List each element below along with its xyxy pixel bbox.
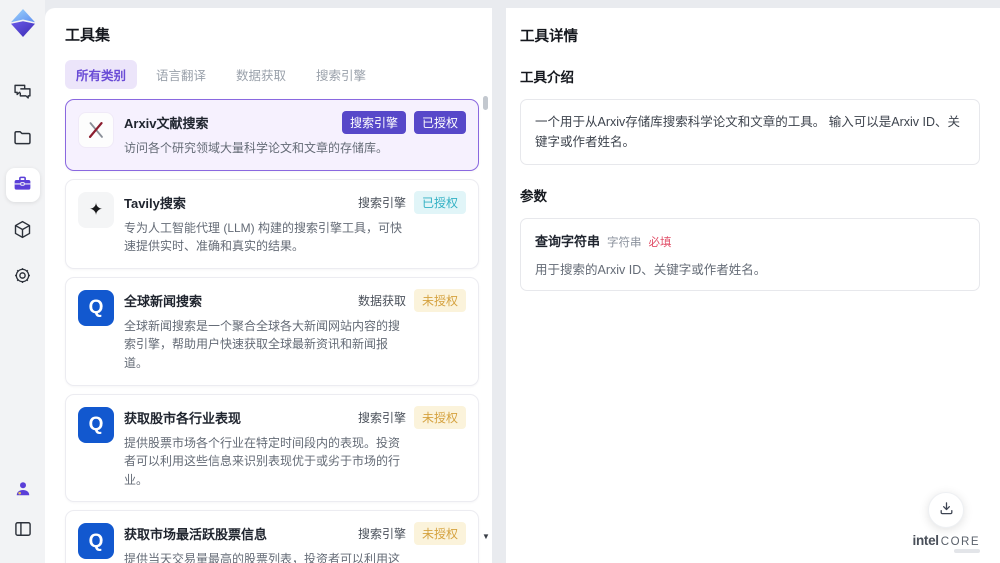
category-badge: 搜索引擎 xyxy=(357,195,406,210)
sidebar-item-chat[interactable] xyxy=(6,76,40,110)
tool-badges: 数据获取 未授权 xyxy=(357,288,466,312)
tavily-icon: ✦ xyxy=(78,191,114,228)
tool-badges: 搜索引擎 已授权 xyxy=(341,111,466,134)
qblue-icon: Q xyxy=(78,406,114,443)
chat-icon xyxy=(12,81,33,105)
settings-icon xyxy=(12,265,33,289)
sidebar-nav xyxy=(5,76,40,294)
tab-2[interactable]: 数据获取 xyxy=(225,60,297,89)
category-tabs: 所有类别 语言翻译 数据获取 搜索引擎 xyxy=(65,60,492,89)
tool-card[interactable]: Q 获取市场最活跃股票信息 提供当天交易量最高的股票列表，投资者可以利用这些信息… xyxy=(65,510,479,563)
param-type: 字符串 xyxy=(607,237,642,249)
param-name: 查询字符串 xyxy=(535,234,601,249)
auth-status-badge: 已授权 xyxy=(413,111,466,134)
category-badge: 搜索引擎 xyxy=(341,111,406,134)
scrollbar[interactable]: ▼ xyxy=(482,88,490,559)
tool-card[interactable]: Q 获取股市各行业表现 提供股票市场各个行业在特定时间段内的表现。投资者可以利用… xyxy=(65,393,479,503)
cube-icon xyxy=(12,219,33,243)
param-box: 查询字符串 字符串 必填 用于搜索的Arxiv ID、关键字或作者姓名。 xyxy=(520,218,980,291)
tool-badges: 搜索引擎 未授权 xyxy=(357,522,466,546)
toolbox-icon xyxy=(12,173,33,197)
main-content: 工具集 所有类别 语言翻译 数据获取 搜索引擎 Arxiv文献搜索 访问各个研究领域大… xyxy=(45,8,1000,563)
tool-card[interactable]: ✦ Tavily搜索 专为人工智能代理 (LLM) 构建的搜索引擎工具，可快速提… xyxy=(65,178,479,269)
intel-core-logo: intel CORE xyxy=(912,533,980,553)
tool-description: 全球新闻搜索是一个聚合全球各大新闻网站内容的搜索引擎，帮助用户快速获取全球最新资… xyxy=(124,318,401,370)
floating-actions: intel CORE xyxy=(912,492,980,553)
app-logo[interactable] xyxy=(8,8,38,38)
param-desc: 用于搜索的Arxiv ID、关键字或作者姓名。 xyxy=(535,263,767,277)
tool-badges: 搜索引擎 未授权 xyxy=(357,405,466,429)
tool-list: Arxiv文献搜索 访问各个研究领域大量科学论文和文章的存储库。 搜索引擎 已授… xyxy=(65,99,479,563)
download-icon xyxy=(938,500,955,520)
intro-heading: 工具介绍 xyxy=(520,70,574,85)
auth-status-badge: 已授权 xyxy=(413,190,466,214)
sidebar-item-toolbox[interactable] xyxy=(5,168,40,202)
intel-wordmark: intel xyxy=(912,533,940,548)
detail-panel: 工具详情 工具介绍 一个用于从Arxiv存储库搜索科学论文和文章的工具。 输入可… xyxy=(506,8,1000,563)
page-title: 工具集 xyxy=(65,27,111,44)
tab-1[interactable]: 语言翻译 xyxy=(145,60,217,89)
category-badge: 数据获取 xyxy=(357,293,406,308)
core-wordmark: CORE xyxy=(940,536,980,548)
sidebar-item-settings[interactable] xyxy=(6,260,40,294)
tab-3[interactable]: 搜索引擎 xyxy=(305,60,377,89)
param-required-flag: 必填 xyxy=(648,237,672,249)
panel-toggle-icon xyxy=(13,519,33,542)
auth-status-badge: 未授权 xyxy=(413,288,466,312)
sidebar-item-panel-toggle[interactable] xyxy=(6,513,40,547)
sidebar-item-cube[interactable] xyxy=(6,214,40,248)
category-badge: 搜索引擎 xyxy=(357,527,406,542)
scrollbar-thumb[interactable] xyxy=(483,96,488,110)
tool-badges: 搜索引擎 已授权 xyxy=(357,190,466,214)
params-heading: 参数 xyxy=(520,189,547,204)
sidebar-bottom xyxy=(6,473,40,547)
auth-status-badge: 未授权 xyxy=(413,405,466,429)
scrollbar-down-arrow[interactable]: ▼ xyxy=(482,532,490,541)
tab-0[interactable]: 所有类别 xyxy=(65,60,138,89)
tool-description: 访问各个研究领域大量科学论文和文章的存储库。 xyxy=(124,141,389,155)
arxiv-icon xyxy=(78,112,114,148)
intel-sub-badge xyxy=(954,549,980,553)
sidebar-item-user[interactable] xyxy=(6,473,40,507)
tool-intro-box: 一个用于从Arxiv存储库搜索科学论文和文章的工具。 输入可以是Arxiv ID… xyxy=(520,99,980,165)
tool-description: 提供当天交易量最高的股票列表，投资者可以利用这些信息来识别流动性强的股票和潜在的… xyxy=(124,552,401,563)
tools-panel: 工具集 所有类别 语言翻译 数据获取 搜索引擎 Arxiv文献搜索 访问各个研究领域大… xyxy=(45,8,492,563)
sidebar xyxy=(0,0,45,563)
folder-icon xyxy=(12,127,33,151)
detail-title: 工具详情 xyxy=(520,29,578,45)
param-header: 查询字符串 字符串 必填 xyxy=(535,231,965,250)
user-icon xyxy=(13,479,33,502)
tool-description: 专为人工智能代理 (LLM) 构建的搜索引擎工具，可快速提供实时、准确和真实的结… xyxy=(124,220,403,254)
sidebar-item-folder[interactable] xyxy=(6,122,40,156)
tool-description: 提供股票市场各个行业在特定时间段内的表现。投资者可以利用这些信息来识别表现优于或… xyxy=(124,435,401,487)
qblue-icon: Q xyxy=(78,289,114,326)
tool-card[interactable]: Arxiv文献搜索 访问各个研究领域大量科学论文和文章的存储库。 搜索引擎 已授… xyxy=(65,99,479,171)
panel-divider xyxy=(492,8,506,563)
qblue-icon: Q xyxy=(78,523,114,560)
tool-card[interactable]: Q 全球新闻搜索 全球新闻搜索是一个聚合全球各大新闻网站内容的搜索引擎，帮助用户… xyxy=(65,276,479,386)
auth-status-badge: 未授权 xyxy=(413,522,466,546)
category-badge: 搜索引擎 xyxy=(357,410,406,425)
download-button[interactable] xyxy=(928,492,965,528)
